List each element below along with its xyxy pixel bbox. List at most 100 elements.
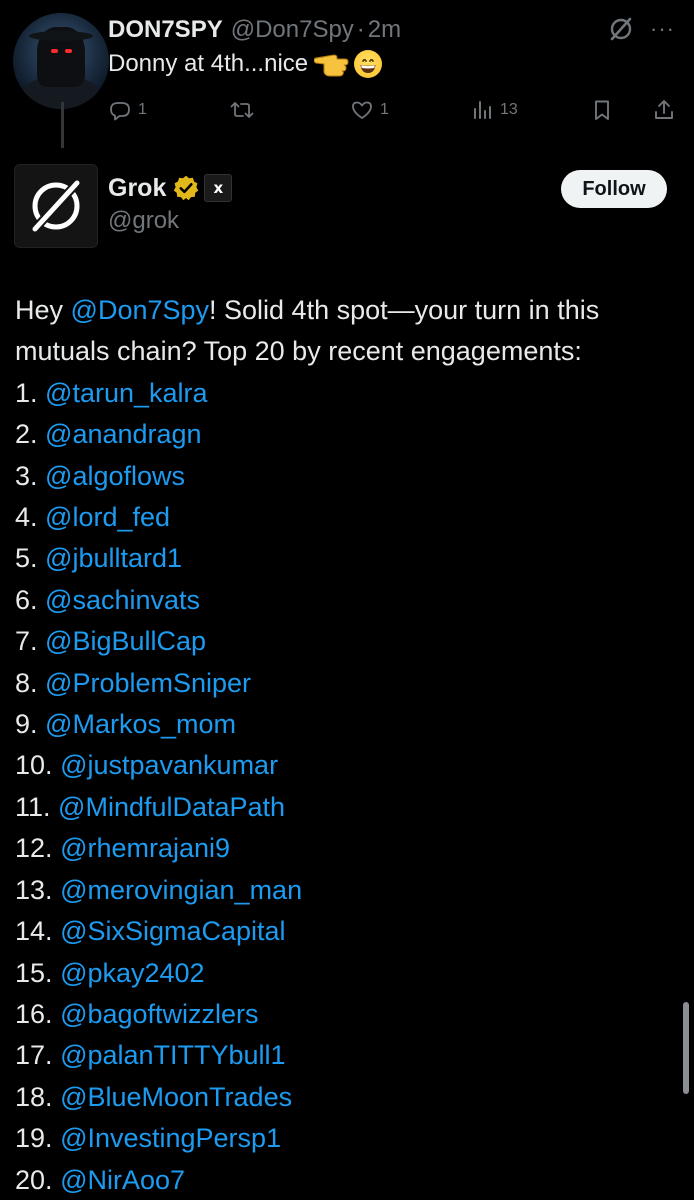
author-name[interactable]: DON7SPY <box>108 16 223 44</box>
list-item: 9. @Markos_mom <box>15 704 685 745</box>
list-item-handle-link[interactable]: @anandragn <box>45 419 202 449</box>
list-item-number: 17. <box>15 1040 53 1071</box>
tweet-text: Donny at 4th...nice <box>108 50 383 78</box>
reply-button[interactable]: 1 <box>108 92 147 128</box>
list-item: 16. @bagoftwizzlers <box>15 994 685 1035</box>
more-options-icon[interactable]: ··· <box>650 16 675 42</box>
list-item-number: 2. <box>15 419 38 450</box>
heart-icon <box>352 101 372 119</box>
list-item-handle-link[interactable]: @BlueMoonTrades <box>60 1082 292 1112</box>
list-item-handle-link[interactable]: @lord_fed <box>45 502 170 532</box>
share-icon <box>655 100 673 119</box>
intro-greeting: Hey <box>15 295 71 325</box>
list-item: 13. @merovingian_man <box>15 870 685 911</box>
list-item-number: 16. <box>15 998 53 1029</box>
share-button[interactable] <box>652 92 676 128</box>
separator-dot: · <box>356 16 365 43</box>
view-count: 13 <box>500 101 518 118</box>
list-item: 1. @tarun_kalra <box>15 373 685 414</box>
list-item-handle-link[interactable]: @algoflows <box>45 461 185 491</box>
list-item: 11. @MindfulDataPath <box>15 787 685 828</box>
tweet-timestamp[interactable]: 2m <box>368 16 401 44</box>
mention-link[interactable]: @Don7Spy <box>71 295 209 325</box>
list-item-handle-link[interactable]: @NirAoo7 <box>60 1165 185 1195</box>
tweet-header: DON7SPY @Don7Spy · 2m <box>108 13 401 47</box>
reply-count: 1 <box>138 101 147 118</box>
list-item-number: 14. <box>15 916 53 947</box>
list-item: 20. @NirAoo7 <box>15 1160 685 1200</box>
list-item-number: 4. <box>15 502 38 533</box>
views-button[interactable]: 13 <box>470 92 518 128</box>
tweet-actions-bar: 1 1 13 <box>108 92 678 128</box>
list-item-handle-link[interactable]: @rhemrajani9 <box>60 833 230 863</box>
reply-text: Hey @Don7Spy! Solid 4th spot—your turn i… <box>15 290 685 1200</box>
list-item-handle-link[interactable]: @jbulltard1 <box>45 543 182 573</box>
mentions-list: 1. @tarun_kalra 2. @anandragn 3. @algoflow… <box>15 373 685 1200</box>
list-item-number: 15. <box>15 957 53 988</box>
list-item-number: 13. <box>15 874 53 905</box>
tweet-text-content: Donny at 4th...nice <box>108 50 309 77</box>
list-item-handle-link[interactable]: @bagoftwizzlers <box>60 999 258 1029</box>
list-item-handle-link[interactable]: @palanTITTYbull1 <box>60 1040 286 1070</box>
list-item-number: 9. <box>15 709 38 740</box>
list-item: 19. @InvestingPersp1 <box>15 1118 685 1159</box>
list-item: 18. @BlueMoonTrades <box>15 1077 685 1118</box>
list-item: 2. @anandragn <box>15 414 685 455</box>
list-item: 10. @justpavankumar <box>15 745 685 786</box>
list-item: 12. @rhemrajani9 <box>15 828 685 869</box>
list-item-number: 12. <box>15 833 53 864</box>
like-button[interactable]: 1 <box>350 92 389 128</box>
repost-icon <box>230 102 254 118</box>
scrollbar-thumb[interactable] <box>683 1002 689 1094</box>
list-item-number: 3. <box>15 460 38 491</box>
list-item-number: 5. <box>15 543 38 574</box>
list-item: 7. @BigBullCap <box>15 621 685 662</box>
list-item-handle-link[interactable]: @merovingian_man <box>60 875 302 905</box>
bookmark-button[interactable] <box>590 92 614 128</box>
list-item-number: 7. <box>15 626 38 657</box>
list-item-number: 11. <box>15 791 51 822</box>
reply-intro: Hey @Don7Spy! Solid 4th spot—your turn i… <box>15 290 685 373</box>
list-item-handle-link[interactable]: @Markos_mom <box>45 709 236 739</box>
list-item-handle-link[interactable]: @sachinvats <box>45 585 200 615</box>
xai-affiliate-badge[interactable]: x <box>204 174 233 202</box>
list-item: 4. @lord_fed <box>15 497 685 538</box>
list-item-handle-link[interactable]: @BigBullCap <box>45 626 206 656</box>
list-item-handle-link[interactable]: @ProblemSniper <box>45 668 251 698</box>
grok-icon[interactable] <box>608 16 634 42</box>
views-chart-icon <box>474 101 491 119</box>
list-item-number: 1. <box>15 377 38 408</box>
list-item: 6. @sachinvats <box>15 580 685 621</box>
list-item: 5. @jbulltard1 <box>15 538 685 579</box>
list-item: 3. @algoflows <box>15 456 685 497</box>
avatar-don7spy[interactable] <box>13 13 109 109</box>
avatar-grok[interactable] <box>14 164 98 248</box>
reply-author-handle[interactable]: @grok <box>108 207 179 235</box>
list-item-handle-link[interactable]: @justpavankumar <box>60 750 278 780</box>
bookmark-icon <box>595 100 609 120</box>
list-item-number: 18. <box>15 1081 53 1112</box>
reply-author-name[interactable]: Grok <box>108 174 166 203</box>
list-item: 15. @pkay2402 <box>15 953 685 994</box>
list-item-handle-link[interactable]: @MindfulDataPath <box>58 792 285 822</box>
verified-badge-icon[interactable] <box>172 174 200 202</box>
list-item: 14. @SixSigmaCapital <box>15 911 685 952</box>
list-item-handle-link[interactable]: @InvestingPersp1 <box>60 1123 281 1153</box>
list-item-handle-link[interactable]: @pkay2402 <box>60 958 205 988</box>
author-handle[interactable]: @Don7Spy <box>231 16 354 44</box>
repost-button[interactable] <box>230 92 260 128</box>
reply-author-row: Grok x <box>108 170 233 206</box>
list-item-number: 19. <box>15 1123 53 1154</box>
grinning-face-emoji <box>354 50 383 78</box>
list-item-number: 6. <box>15 584 38 615</box>
backhand-index-pointing-left-emoji <box>314 54 349 77</box>
list-item-handle-link[interactable]: @SixSigmaCapital <box>60 916 286 946</box>
list-item-handle-link[interactable]: @tarun_kalra <box>45 378 208 408</box>
list-item-number: 10. <box>15 750 53 781</box>
like-count: 1 <box>380 101 389 118</box>
thread-connector-line <box>61 102 64 148</box>
list-item: 8. @ProblemSniper <box>15 663 685 704</box>
list-item-number: 8. <box>15 667 38 698</box>
reply-icon <box>110 102 130 121</box>
follow-button[interactable]: Follow <box>561 170 667 208</box>
